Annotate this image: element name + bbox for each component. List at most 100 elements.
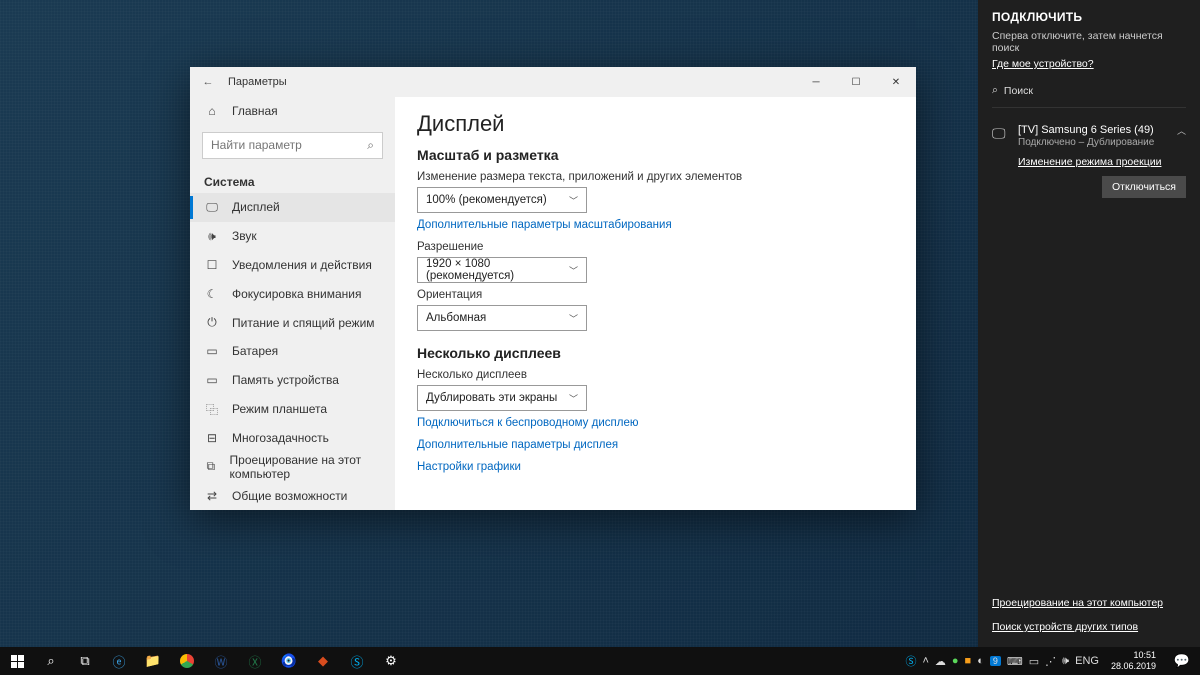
project-icon: ⧉	[204, 459, 218, 474]
search-box[interactable]: ⌕	[202, 132, 383, 159]
orientation-value: Альбомная	[426, 312, 486, 324]
tray-badge[interactable]: 9	[990, 656, 1001, 666]
multi-value: Дублировать эти экраны	[426, 392, 557, 404]
chevron-down-icon: ﹀	[569, 194, 578, 207]
sidebar-item-label: Общие возможности	[232, 489, 347, 503]
section-scale: Масштаб и разметка	[417, 147, 894, 163]
panel-search[interactable]: ⌕ Поиск	[992, 80, 1186, 108]
sidebar-item-project[interactable]: ⧉ Проецирование на этот компьютер	[190, 452, 395, 481]
project-to-pc-link[interactable]: Проецирование на этот компьютер	[992, 597, 1186, 609]
app-icon[interactable]: ◆	[306, 647, 340, 675]
search-taskbar-button[interactable]: ⌕	[34, 647, 68, 675]
battery-icon: ▭	[204, 344, 220, 358]
scale-label: Изменение размера текста, приложений и д…	[417, 171, 894, 183]
clock-date: 28.06.2019	[1111, 661, 1156, 672]
wireless-display-link[interactable]: Подключиться к беспроводному дисплею	[417, 417, 894, 429]
display-icon: 🖵	[204, 200, 220, 215]
tray-skype-icon[interactable]: Ⓢ	[905, 653, 916, 669]
app-icon[interactable]: 🧿	[272, 647, 306, 675]
start-button[interactable]	[0, 647, 34, 675]
tray-icon[interactable]: ■	[965, 655, 972, 667]
find-other-devices-link[interactable]: Поиск устройств других типов	[992, 621, 1186, 633]
resolution-label: Разрешение	[417, 241, 894, 253]
explorer-app-icon[interactable]: 📁	[136, 647, 170, 675]
edge-app-icon[interactable]: ⓔ	[102, 647, 136, 675]
tray-icon[interactable]: ●	[952, 655, 959, 667]
back-button[interactable]: ←	[190, 76, 226, 88]
chevron-down-icon: ﹀	[569, 312, 578, 325]
tray-volume-icon[interactable]: 🕪	[1062, 655, 1069, 668]
nav-header: Система	[190, 169, 395, 193]
sidebar-item-notifications[interactable]: ☐ Уведомления и действия	[190, 250, 395, 279]
orientation-dropdown[interactable]: Альбомная ﹀	[417, 305, 587, 331]
sidebar-item-tablet[interactable]: ⿻ Режим планшета	[190, 395, 395, 424]
titlebar: ← Параметры ─ ☐ ✕	[190, 67, 916, 97]
sidebar-item-storage[interactable]: ▭ Память устройства	[190, 366, 395, 395]
projection-mode-link[interactable]: Изменение режима проекции	[1018, 156, 1186, 168]
tray-language[interactable]: ENG	[1075, 655, 1099, 667]
panel-subtitle: Сперва отключите, затем начнется поиск	[992, 30, 1186, 54]
device-name: [TV] Samsung 6 Series (49)	[1018, 124, 1169, 136]
action-center-button[interactable]: 💬	[1168, 653, 1196, 669]
search-icon: ⌕	[992, 84, 998, 97]
chevron-down-icon: ﹀	[569, 392, 578, 405]
skype-app-icon[interactable]: Ⓢ	[340, 647, 374, 675]
close-button[interactable]: ✕	[876, 67, 916, 97]
search-input[interactable]	[211, 138, 367, 152]
sidebar-item-label: Звук	[232, 229, 257, 243]
tray-icon[interactable]: ◐	[977, 655, 984, 667]
sidebar-item-battery[interactable]: ▭ Батарея	[190, 337, 395, 366]
storage-icon: ▭	[204, 373, 220, 387]
tablet-icon: ⿻	[204, 401, 220, 418]
chevron-down-icon: ﹀	[569, 264, 578, 277]
where-device-link[interactable]: Где мое устройство?	[992, 58, 1186, 70]
resolution-dropdown[interactable]: 1920 × 1080 (рекомендуется) ﹀	[417, 257, 587, 283]
section-multi: Несколько дисплеев	[417, 345, 894, 361]
multitask-icon: ⊟	[204, 431, 220, 445]
sidebar-item-label: Проецирование на этот компьютер	[230, 453, 395, 481]
tray-wifi-icon[interactable]: ⋰	[1045, 655, 1056, 668]
scale-advanced-link[interactable]: Дополнительные параметры масштабирования	[417, 219, 894, 231]
disconnect-button[interactable]: Отключиться	[1102, 176, 1186, 198]
sidebar-item-focus[interactable]: ☾ Фокусировка внимания	[190, 279, 395, 308]
taskbar-clock[interactable]: 10:51 28.06.2019	[1105, 650, 1162, 672]
multi-dropdown[interactable]: Дублировать эти экраны ﹀	[417, 385, 587, 411]
sidebar-item-multitask[interactable]: ⊟ Многозадачность	[190, 423, 395, 452]
page-title: Дисплей	[417, 111, 894, 137]
sidebar-item-sound[interactable]: 🕪 Звук	[190, 222, 395, 251]
sidebar-item-label: Память устройства	[232, 373, 339, 387]
device-item[interactable]: 🖵 [TV] Samsung 6 Series (49) Подключено …	[992, 118, 1186, 204]
chevron-up-icon[interactable]: ︿	[1177, 124, 1186, 137]
sidebar-item-shared[interactable]: ⇄ Общие возможности	[190, 481, 395, 510]
tray-chevron-up-icon[interactable]: ˄	[922, 655, 928, 667]
sidebar-item-label: Уведомления и действия	[232, 258, 372, 272]
orientation-label: Ориентация	[417, 289, 894, 301]
settings-window: ← Параметры ─ ☐ ✕ ⌂ Главная ⌕ Система 🖵 …	[190, 67, 916, 510]
tray-keyboard-icon[interactable]: ⌨	[1007, 655, 1023, 668]
excel-app-icon[interactable]: Ⓧ	[238, 647, 272, 675]
sidebar-item-home[interactable]: ⌂ Главная	[190, 97, 395, 126]
tray-icon[interactable]: ☁	[935, 655, 946, 668]
resolution-value: 1920 × 1080 (рекомендуется)	[426, 258, 569, 282]
advanced-display-link[interactable]: Дополнительные параметры дисплея	[417, 439, 894, 451]
sidebar-item-label: Режим планшета	[232, 402, 327, 416]
tray-battery-icon[interactable]: ▭	[1029, 655, 1039, 668]
sound-icon: 🕪	[204, 229, 220, 244]
sidebar-item-power[interactable]: ⏻ Питание и спящий режим	[190, 308, 395, 337]
sidebar-item-display[interactable]: 🖵 Дисплей	[190, 193, 395, 222]
settings-content: Дисплей Масштаб и разметка Изменение раз…	[395, 97, 916, 510]
windows-icon	[11, 655, 24, 668]
graphics-settings-link[interactable]: Настройки графики	[417, 461, 894, 473]
maximize-button[interactable]: ☐	[836, 67, 876, 97]
system-tray: Ⓢ ˄ ☁ ● ■ ◐ 9 ⌨ ▭ ⋰ 🕪 ENG 10:51 28.06.20…	[905, 650, 1200, 672]
task-view-button[interactable]: ⧉	[68, 647, 102, 675]
chrome-app-icon[interactable]	[170, 647, 204, 675]
minimize-button[interactable]: ─	[796, 67, 836, 97]
word-app-icon[interactable]: Ⓦ	[204, 647, 238, 675]
sidebar-item-label: Многозадачность	[232, 431, 329, 445]
scale-dropdown[interactable]: 100% (рекомендуется) ﹀	[417, 187, 587, 213]
sidebar-item-label: Фокусировка внимания	[232, 287, 361, 301]
connect-panel: ПОДКЛЮЧИТЬ Сперва отключите, затем начне…	[978, 0, 1200, 647]
clock-time: 10:51	[1133, 650, 1156, 661]
settings-app-icon[interactable]: ⚙	[374, 647, 408, 675]
